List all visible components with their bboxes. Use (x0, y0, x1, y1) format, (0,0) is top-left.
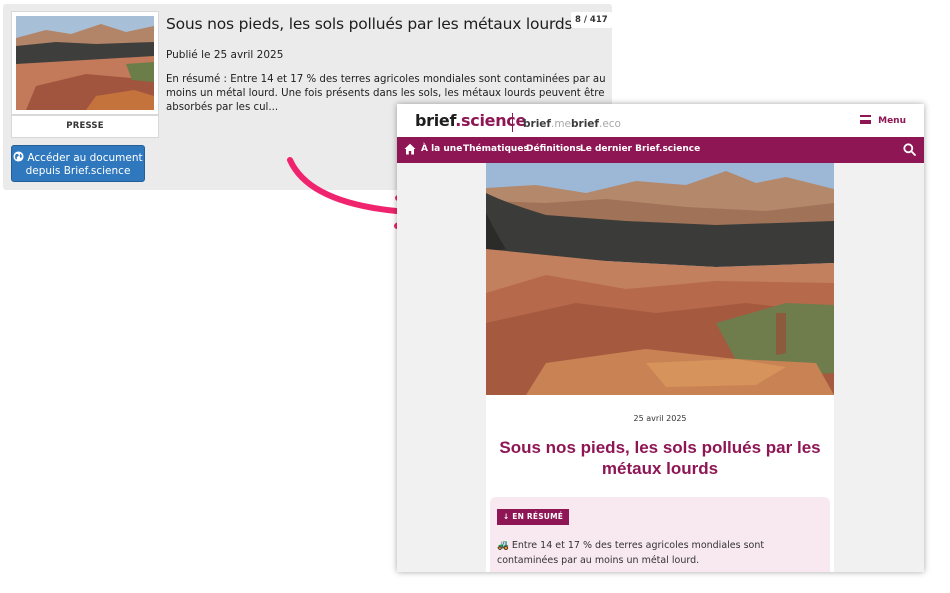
nav-item-a-la-une[interactable]: À la une (421, 144, 462, 154)
brief-me-suffix: .me (550, 118, 572, 130)
main-navigation: À la une Thématiques Définitions Le dern… (397, 137, 924, 163)
summary-badge-label: EN RÉSUMÉ (512, 512, 564, 521)
nav-item-dernier-brief[interactable]: Le dernier Brief.science (580, 144, 700, 154)
home-icon[interactable] (404, 143, 416, 155)
article-title: Sous nos pieds, les sols pollués par les… (499, 438, 821, 478)
document-type-tag: PRESSE (11, 115, 159, 138)
summary-badge: ↓ EN RÉSUMÉ (497, 509, 570, 525)
mine-landscape-photo (486, 163, 834, 395)
access-document-button[interactable]: Accéder au document depuis Brief.science (11, 145, 145, 182)
access-button-label-1: Accéder au document (27, 152, 143, 164)
access-button-label-2: depuis Brief.science (25, 165, 131, 177)
brief-science-page-preview: brief.science brief.me brief.eco Menu À … (397, 104, 924, 572)
result-counter: 8 / 417 (571, 12, 612, 28)
search-icon[interactable] (903, 143, 916, 156)
logo-main: brief (415, 111, 456, 130)
brief-eco-main: brief (571, 118, 599, 130)
article-content: 25 avril 2025 Sous nos pieds, les sols p… (486, 163, 834, 572)
logo-divider (512, 113, 513, 132)
hamburger-icon (860, 115, 872, 124)
result-title[interactable]: Sous nos pieds, les sols pollués par les… (166, 15, 586, 33)
site-header: brief.science brief.me brief.eco Menu (397, 104, 924, 137)
menu-button[interactable]: Menu (860, 115, 906, 126)
nav-item-definitions[interactable]: Définitions (526, 144, 581, 154)
menu-label: Menu (878, 116, 906, 126)
mine-landscape-image (16, 16, 154, 110)
brief-eco-suffix: .eco (598, 118, 621, 130)
globe-icon (13, 151, 24, 162)
article-date: 25 avril 2025 (633, 414, 687, 423)
logo-accent: .science (455, 111, 527, 130)
article-hero-image (486, 163, 834, 395)
article-thumbnail[interactable] (11, 11, 159, 115)
brief-me-link[interactable]: brief.me (523, 118, 571, 130)
nav-item-thematiques[interactable]: Thématiques (463, 144, 529, 154)
brief-me-main: brief (523, 118, 551, 130)
brief-eco-link[interactable]: brief.eco (571, 118, 621, 130)
result-date: Publié le 25 avril 2025 (166, 49, 284, 61)
brief-science-logo[interactable]: brief.science (415, 111, 526, 130)
summary-box: ↓ EN RÉSUMÉ 🚜 Entre 14 et 17 % des terre… (490, 497, 830, 572)
summary-text: 🚜 Entre 14 et 17 % des terres agricoles … (497, 540, 765, 566)
